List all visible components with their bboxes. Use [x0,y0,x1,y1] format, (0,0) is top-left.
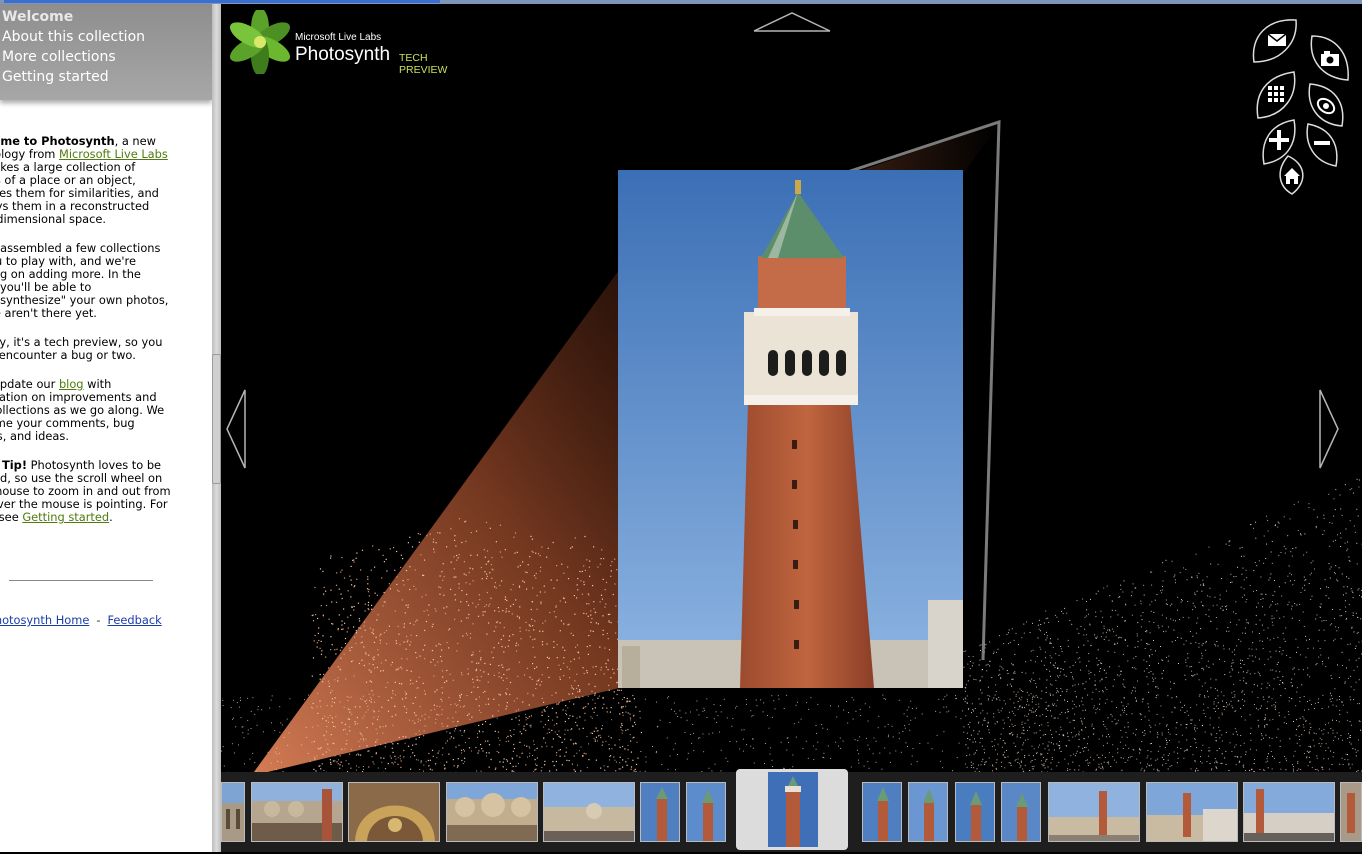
text-line: wherever the mouse is pointing. For [0,497,168,511]
text-line: new collections as we go along. We [0,403,165,417]
window-title-highlight [4,0,440,3]
quick-tip-label: Quick Tip! [0,458,28,472]
text-line: But hey, it's a tech preview, so you [0,335,163,349]
move-right-arrow[interactable] [1318,388,1340,470]
text-line: working on adding more. In the [0,267,141,281]
filmstrip-thumbnail[interactable] [862,782,902,842]
text-line: but we aren't there yet. [0,306,97,320]
footer-separator: - [96,613,101,627]
feedback-link[interactable]: Feedback [107,613,161,627]
sidebar: Welcome About this collection More colle… [0,4,212,852]
blog-link[interactable]: blog [59,377,84,391]
intro-line: that takes a large collection of [0,160,136,174]
logo-tagline: TECH PREVIEW [399,52,448,76]
intro-paragraph: Welcome to Photosynth, a new technology … [0,135,190,226]
text-line: We've assembled a few collections [0,241,161,255]
text-line: welcome your comments, bug [0,416,135,430]
text-line: for you to play with, and we're [0,254,136,268]
text-line: with [83,377,112,391]
logo-company: Microsoft Live Labs [295,32,382,43]
filmstrip-thumbnail[interactable] [1048,782,1140,842]
email-icon[interactable] [1248,14,1300,66]
leaf-logo-icon [229,10,291,74]
photosynth-home-link[interactable]: Photosynth Home [0,613,89,627]
camera-icon[interactable] [1304,30,1354,84]
intro-line: displays them in a reconstructed [0,199,150,213]
collections-paragraph: We've assembled a few collections for yo… [0,242,190,320]
filmstrip-thumbnail[interactable] [1243,782,1335,842]
microsoft-live-labs-link[interactable]: Microsoft Live Labs [59,147,168,161]
sidebar-splitter-handle[interactable] [212,354,221,484]
text-line: your mouse to zoom in and out from [0,484,171,498]
filmstrip-thumbnail[interactable] [686,782,726,842]
nav-about-collection[interactable]: About this collection [2,28,145,46]
campanile-photo [618,170,963,688]
quick-tip-paragraph: Quick Tip! Photosynth loves to be zoomed… [0,459,190,524]
filmstrip-thumbnail[interactable] [221,782,245,842]
photo-filmstrip[interactable] [221,769,1362,852]
filmstrip-thumbnail[interactable] [908,782,948,842]
filmstrip-thumbnail[interactable] [446,782,538,842]
viewer-controls [1246,12,1362,195]
intro-text: technology from [0,147,56,161]
nav-welcome[interactable]: Welcome [2,8,73,26]
text-line: reports, and ideas. [0,429,69,443]
camera-frustum-beam [251,270,619,776]
filmstrip-thumbnail[interactable] [251,782,343,842]
intro-line: photos of a place or an object, [0,173,136,187]
current-photo[interactable] [618,170,963,688]
blog-paragraph: We'll update our blog with information o… [0,378,190,443]
sidebar-footer-links: Photosynth Home-Feedback [0,613,162,627]
text-line: "photosynthesize" your own photos, [0,293,169,307]
intro-line: analyzes them for similarities, and [0,186,159,200]
filmstrip-thumbnail[interactable] [543,782,635,842]
grid-icon[interactable] [1252,68,1300,120]
home-icon[interactable] [1272,152,1312,196]
filmstrip-thumbnail-selected[interactable] [736,769,848,850]
logo-product: Photosynth [295,44,391,65]
sidebar-divider [9,580,153,581]
text-line: zoomed, so use the scroll wheel on [0,471,163,485]
text-line: We'll update our [0,377,56,391]
intro-bold: Welcome to Photosynth [0,134,115,148]
filmstrip-thumbnail[interactable] [1146,782,1238,842]
text-line: more, see [0,510,19,524]
filmstrip-thumbnail[interactable] [640,782,680,842]
move-left-arrow[interactable] [225,388,247,470]
text-line: might encounter a bug or two. [0,348,136,362]
intro-text: , a new [114,134,156,148]
getting-started-link[interactable]: Getting started [22,510,109,524]
text-line: . [109,510,113,524]
preview-paragraph: But hey, it's a tech preview, so you mig… [0,336,190,362]
text-line: information on improvements and [0,390,157,404]
nav-getting-started[interactable]: Getting started [2,68,109,86]
nav-more-collections[interactable]: More collections [2,48,116,66]
sidebar-nav: Welcome About this collection More colle… [0,4,212,100]
photosynth-viewer[interactable]: Microsoft Live Labs Photosynth TECH PREV… [221,4,1362,852]
text-line: future you'll be able to [0,280,92,294]
photosynth-logo: Microsoft Live Labs Photosynth TECH PREV… [227,10,467,76]
filmstrip-thumbnail[interactable] [1001,782,1041,842]
sidebar-content: Welcome to Photosynth, a new technology … [0,135,190,534]
filmstrip-thumbnail[interactable] [955,782,995,842]
filmstrip-thumbnail[interactable] [1340,782,1362,842]
text-line: Photosynth loves to be [27,458,162,472]
intro-line: three-dimensional space. [0,212,107,226]
filmstrip-thumbnail[interactable] [348,782,440,842]
move-up-arrow[interactable] [752,11,832,33]
